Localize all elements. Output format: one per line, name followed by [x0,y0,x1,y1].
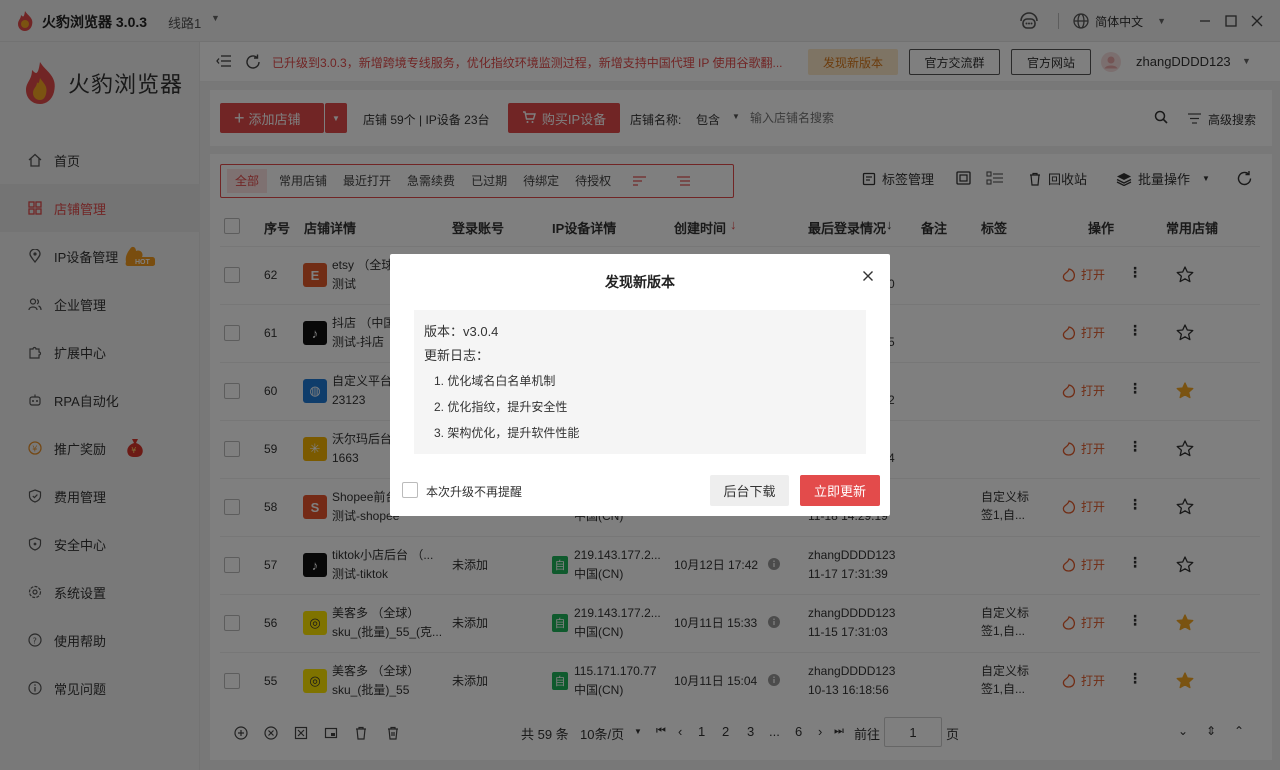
dont-remind-label[interactable]: 本次升级不再提醒 [426,483,522,500]
changelog-item: 2. 优化指纹，提升安全性 [434,400,568,414]
version-text: 版本：v3.0.4 [424,324,499,339]
changelog-box: 版本：v3.0.4 更新日志： 1. 优化域名白名单机制 2. 优化指纹，提升安… [414,310,866,454]
changelog-item: 3. 架构优化，提升软件性能 [434,426,580,440]
dialog-close-icon[interactable] [862,266,874,287]
new-version-dialog: 发现新版本 版本：v3.0.4 更新日志： 1. 优化域名白名单机制 2. 优化… [390,254,890,516]
dialog-title: 发现新版本 [605,274,675,290]
changelog-label: 更新日志： [424,348,490,363]
changelog-item: 1. 优化域名白名单机制 [434,374,556,388]
update-now-button[interactable]: 立即更新 [800,475,880,506]
dont-remind-checkbox[interactable] [402,482,418,498]
background-download-button[interactable]: 后台下载 [710,475,789,506]
